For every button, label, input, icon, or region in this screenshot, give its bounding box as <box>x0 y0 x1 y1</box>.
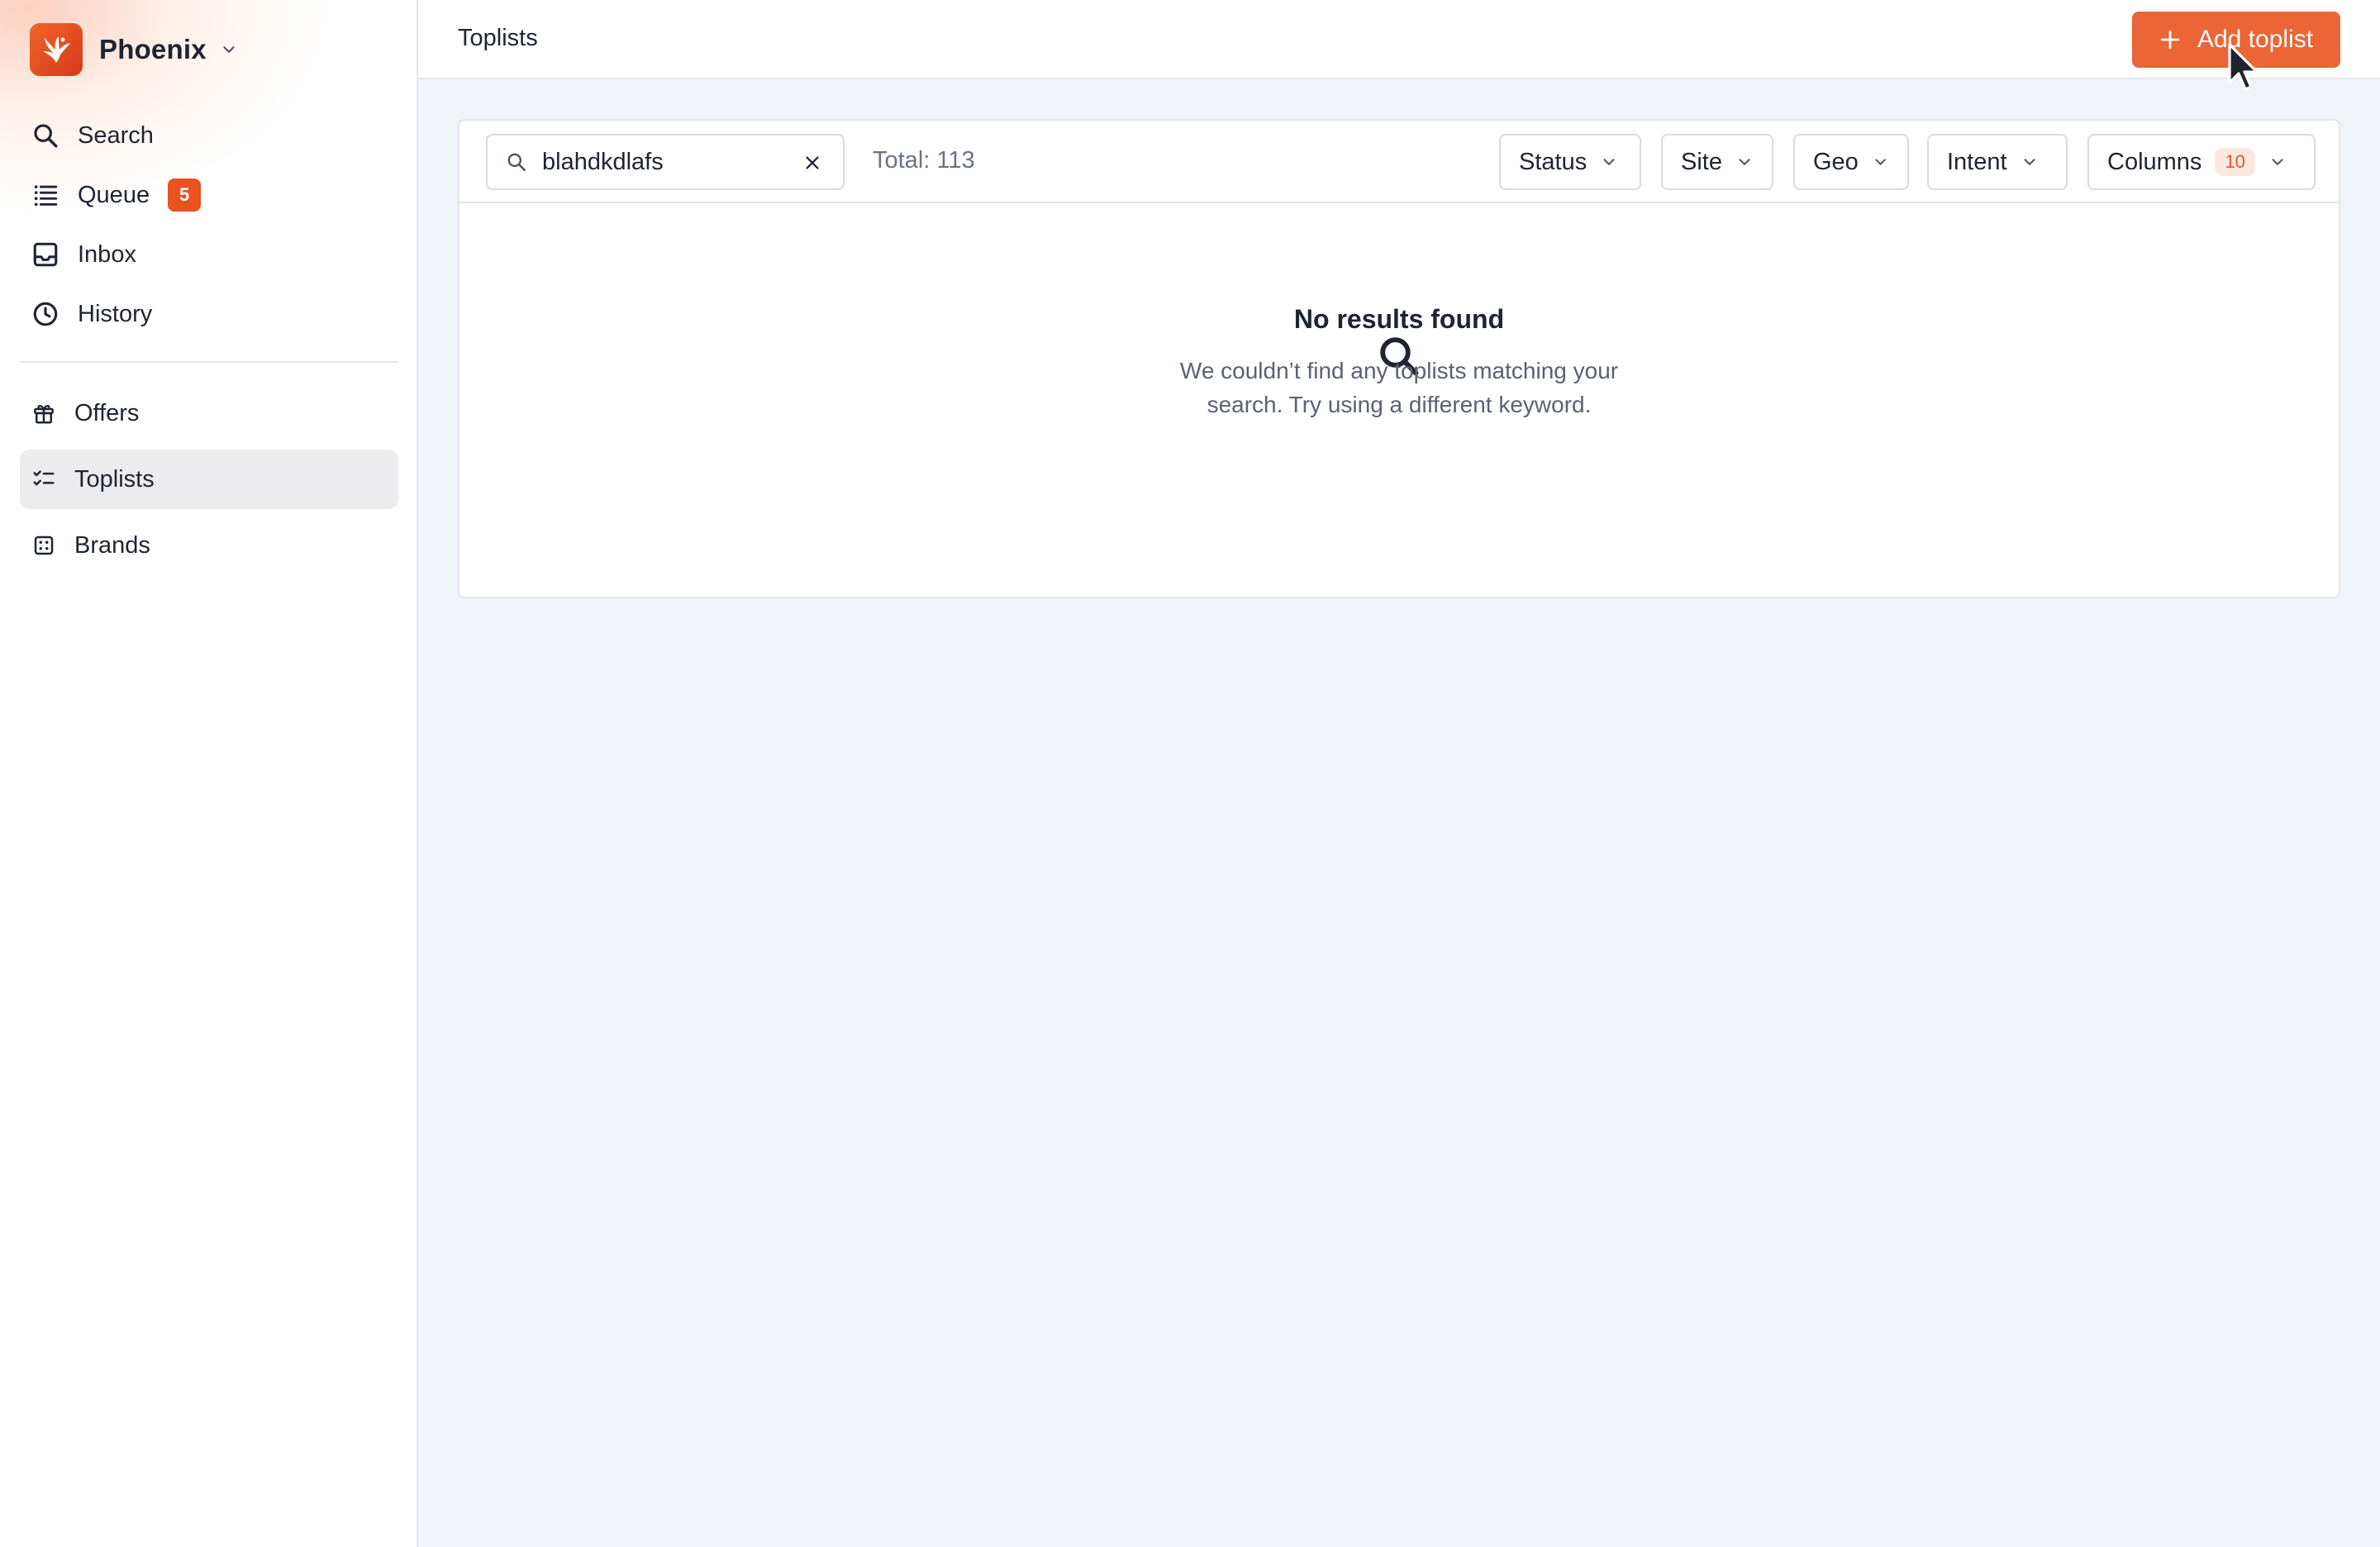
chevron-down-icon <box>2024 159 2035 165</box>
filter-label: Geo <box>1813 148 1859 175</box>
top-bar: Toplists Add toplist <box>418 0 2380 79</box>
total-count: Total: 113 <box>873 147 975 174</box>
columns-count-badge: 10 <box>2215 148 2255 176</box>
nav-item-search[interactable]: Search <box>20 106 398 165</box>
site-filter[interactable]: Site <box>1661 134 1773 190</box>
empty-state: No results found We couldn’t find any to… <box>459 203 2339 597</box>
list-icon <box>34 185 58 207</box>
dice-icon <box>34 536 54 555</box>
search-icon <box>507 153 526 172</box>
search-input[interactable] <box>542 148 790 176</box>
nav-item-inbox[interactable]: Inbox <box>20 225 398 284</box>
plus-icon <box>2160 30 2180 50</box>
chevron-down-icon <box>223 46 235 53</box>
filter-label: Status <box>1519 148 1587 175</box>
empty-state-description-line: We couldn’t find any toplists matching y… <box>1179 358 1619 383</box>
empty-state-description-line: search. Try using a different keyword. <box>1207 392 1592 417</box>
nav-item-label: Queue <box>78 181 150 208</box>
sidebar: Phoenix Search Queue 5 Inbox History Off… <box>0 0 418 1547</box>
secondary-nav: Offers Toplists Brands <box>20 383 398 575</box>
geo-filter[interactable]: Geo <box>1793 134 1909 190</box>
columns-label: Columns <box>2107 148 2202 175</box>
status-filter[interactable]: Status <box>1499 134 1641 190</box>
empty-state-description: We couldn’t find any toplists matching y… <box>459 354 2339 421</box>
empty-state-title: No results found <box>1293 304 1505 334</box>
nav-item-label: Inbox <box>78 240 136 268</box>
page-title: Toplists <box>458 25 538 51</box>
checklist-icon <box>33 470 55 486</box>
toplists-card: Total: 113 Status Site Geo Intent Column… <box>458 119 2340 598</box>
nav-item-brands[interactable]: Brands <box>20 516 398 575</box>
inbox-icon <box>33 242 58 267</box>
intent-filter[interactable]: Intent <box>1927 134 2068 190</box>
workspace-name: Phoenix <box>99 34 207 64</box>
chevron-down-icon <box>2272 159 2283 165</box>
nav-item-label: Offers <box>74 399 140 426</box>
nav-item-label: Brands <box>74 531 150 559</box>
workspace-switcher[interactable]: Phoenix <box>30 23 238 76</box>
filter-label: Site <box>1681 148 1722 175</box>
mouse-cursor-icon <box>2228 43 2259 91</box>
search-icon <box>34 124 58 148</box>
search-field[interactable] <box>486 134 845 190</box>
phoenix-logo-icon <box>30 23 83 76</box>
filter-label: Intent <box>1947 148 2007 175</box>
columns-selector[interactable]: Columns 10 <box>2087 134 2316 190</box>
nav-item-offers[interactable]: Offers <box>20 383 398 443</box>
nav-item-toplists[interactable]: Toplists <box>20 450 398 509</box>
clock-icon <box>33 302 58 326</box>
clear-search-icon[interactable] <box>803 154 821 172</box>
queue-count-badge: 5 <box>168 178 202 212</box>
nav-item-label: History <box>78 300 153 327</box>
nav-item-label: Search <box>78 121 154 149</box>
nav-item-history[interactable]: History <box>20 284 398 344</box>
filter-toolbar: Total: 113 Status Site Geo Intent Column… <box>459 121 2339 203</box>
chevron-down-icon <box>1603 159 1615 165</box>
gift-icon <box>34 404 54 424</box>
nav-item-queue[interactable]: Queue 5 <box>20 165 398 225</box>
app-root: Phoenix Search Queue 5 Inbox History Off… <box>0 0 2380 1547</box>
chevron-down-icon <box>1875 159 1886 165</box>
primary-nav: Search Queue 5 Inbox History <box>20 106 398 344</box>
chevron-down-icon <box>1739 159 1750 165</box>
nav-divider <box>20 361 398 363</box>
nav-item-label: Toplists <box>74 465 155 493</box>
